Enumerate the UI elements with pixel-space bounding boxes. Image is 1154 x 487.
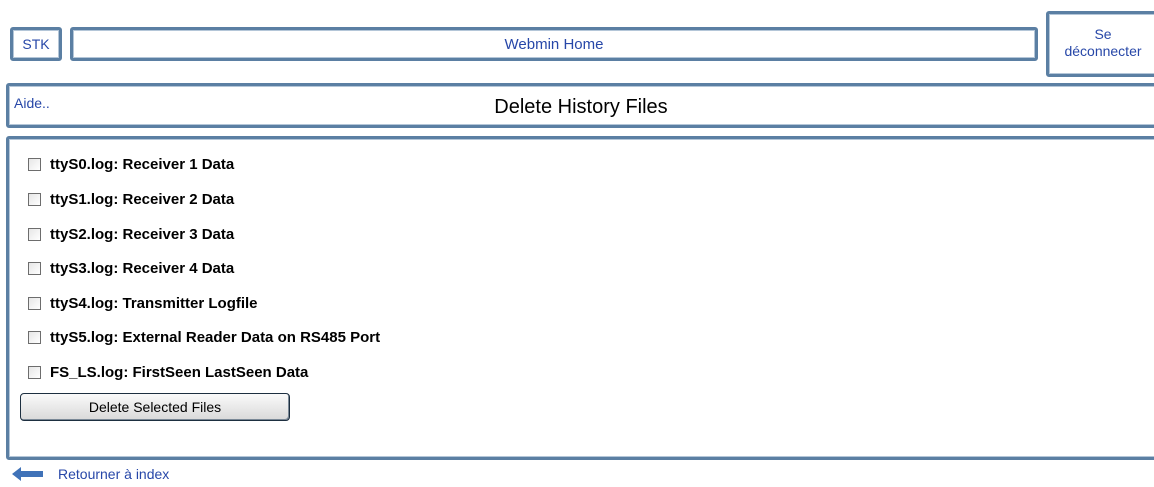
file-item[interactable]: ttyS3.log: Receiver 4 Data: [28, 259, 234, 277]
file-item[interactable]: FS_LS.log: FirstSeen LastSeen Data: [28, 363, 308, 381]
arrow-left-icon[interactable]: [12, 467, 44, 481]
file-list-panel: ttyS0.log: Receiver 1 Data ttyS1.log: Re…: [6, 136, 1154, 460]
file-label: ttyS0.log: Receiver 1 Data: [50, 155, 235, 173]
file-checkbox[interactable]: [28, 330, 41, 344]
file-checkbox[interactable]: [28, 296, 41, 310]
file-label: ttyS5.log: External Reader Data on RS485…: [50, 328, 381, 346]
webmin-home-label[interactable]: Webmin Home: [505, 36, 604, 53]
stk-label[interactable]: STK: [22, 36, 49, 52]
file-item[interactable]: ttyS5.log: External Reader Data on RS485…: [28, 328, 380, 346]
back-to-index-link[interactable]: Retourner à index: [12, 466, 169, 482]
file-checkbox[interactable]: [28, 192, 41, 206]
file-checkbox[interactable]: [28, 261, 41, 275]
file-label: ttyS4.log: Transmitter Logfile: [50, 294, 258, 312]
file-checkbox[interactable]: [28, 227, 41, 241]
file-label: ttyS1.log: Receiver 2 Data: [50, 190, 235, 208]
page-title: Delete History Files: [494, 96, 668, 118]
logout-label-line1[interactable]: Se: [1053, 26, 1153, 43]
webmin-home-link[interactable]: Webmin Home: [70, 27, 1038, 61]
file-label: ttyS3.log: Receiver 4 Data: [50, 259, 235, 277]
page-header: Aide.. Delete History Files: [6, 83, 1154, 128]
file-label: ttyS2.log: Receiver 3 Data: [50, 225, 235, 243]
file-label: FS_LS.log: FirstSeen LastSeen Data: [50, 363, 309, 381]
file-checkbox[interactable]: [28, 365, 41, 379]
logout-label-line2[interactable]: déconnecter: [1053, 43, 1153, 60]
file-item[interactable]: ttyS4.log: Transmitter Logfile: [28, 294, 258, 312]
file-item[interactable]: ttyS1.log: Receiver 2 Data: [28, 190, 234, 208]
back-to-index-label[interactable]: Retourner à index: [58, 466, 169, 482]
stk-link[interactable]: STK: [10, 27, 62, 61]
logout-link[interactable]: Se déconnecter: [1046, 11, 1154, 77]
delete-selected-files-button[interactable]: Delete Selected Files: [20, 393, 290, 421]
file-checkbox[interactable]: [28, 157, 41, 171]
file-item[interactable]: ttyS2.log: Receiver 3 Data: [28, 225, 234, 243]
file-item[interactable]: ttyS0.log: Receiver 1 Data: [28, 155, 234, 173]
